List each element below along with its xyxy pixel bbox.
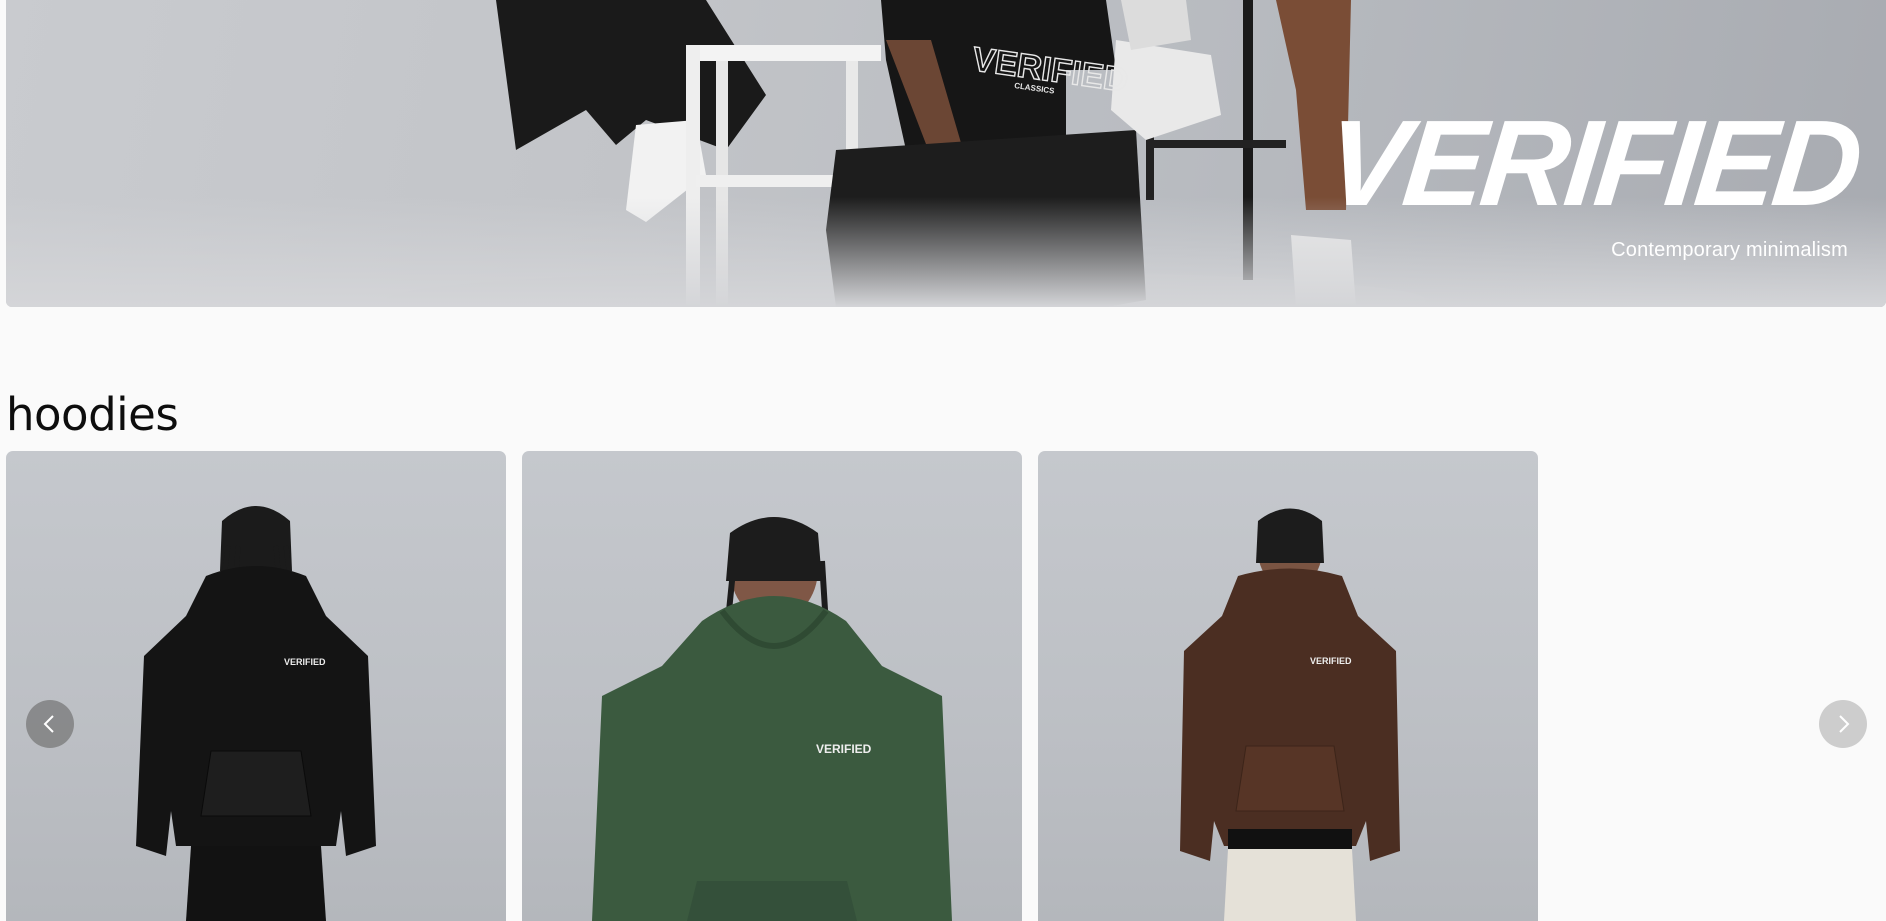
product-card[interactable]: VERIFIED bbox=[1038, 451, 1538, 921]
carousel-next-button[interactable] bbox=[1819, 700, 1867, 748]
svg-text:VERIFIED: VERIFIED bbox=[1310, 656, 1352, 666]
hero-subtitle: Contemporary minimalism bbox=[1611, 239, 1848, 261]
chevron-left-icon bbox=[43, 715, 54, 733]
product-image: VERIFIED bbox=[136, 506, 376, 921]
product-card[interactable]: VERIFIED bbox=[522, 451, 1022, 921]
section-title: hoodies bbox=[6, 388, 179, 441]
svg-text:VERIFIED: VERIFIED bbox=[816, 742, 872, 756]
hero-title: VERIFIED bbox=[1320, 95, 1866, 231]
carousel-prev-button[interactable] bbox=[26, 700, 74, 748]
product-image: VERIFIED bbox=[1180, 508, 1400, 921]
chevron-right-icon bbox=[1839, 715, 1850, 733]
product-card[interactable]: VERIFIED bbox=[6, 451, 506, 921]
hero-banner: VERIFIED CLASSICS VERIFIED Contemporary … bbox=[6, 0, 1886, 307]
product-carousel: VERIFIED VERIFIED VERIFIED bbox=[0, 451, 1886, 921]
product-image: VERIFIED bbox=[592, 517, 952, 921]
svg-text:VERIFIED: VERIFIED bbox=[284, 657, 326, 667]
